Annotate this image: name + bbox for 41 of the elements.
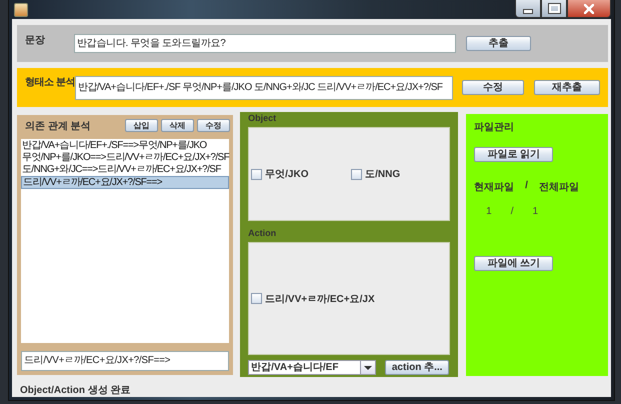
panel-title: 의존 관계 분석 [25,120,91,132]
morph-label: 형태소 분석 [25,76,75,89]
panel-title: 파일관리 [474,121,516,134]
file-header-label: 현재파일 [474,181,514,194]
add-action-button[interactable]: action 추... [385,360,450,375]
sentence-field[interactable]: 반갑습니다. 무엇을 도와드릴까요? [74,34,456,53]
checkbox[interactable] [251,168,262,180]
app-icon [14,2,28,16]
file-header-label: 전체파일 [538,181,579,194]
dependency-button[interactable]: 삽입 [125,119,158,132]
section-title: Object [248,112,278,125]
dependency-button[interactable]: 수정 [197,119,230,132]
extract-button[interactable]: 추출 [466,36,531,51]
minimize-button[interactable] [515,0,541,18]
write-file-button[interactable]: 파일에 쓰기 [474,256,554,271]
dependency-button[interactable]: 삭제 [161,119,194,132]
file-header-label: / [525,180,528,193]
read-file-button[interactable]: 파일로 읽기 [474,147,554,162]
checkbox-label: 도/NNG [365,168,400,181]
edit-field[interactable]: 드리/VV+ㄹ까/EC+요/JX+?/SF==> [21,351,230,371]
morph-button[interactable]: 수정 [462,80,524,95]
list-item[interactable]: 무엇/NP+를/JKO==>드리/VV+ㄹ까/EC+요/JX+?/SF [21,152,230,164]
file-counter: 1 [486,206,492,217]
file-counter: / [510,206,514,217]
list-item[interactable]: 드리/VV+ㄹ까/EC+요/JX+?/SF==> [21,176,230,189]
file-counter: 1 [532,206,538,217]
checkbox-label: 드리/VV+ㄹ까/EC+요/JX [265,292,375,306]
close-button[interactable] [567,0,611,18]
morph-field[interactable]: 반갑/VA+습니다/EF+./SF 무엇/NP+를/JKO 도/NNG+와/JC 드리/VV+ㄹ까/EC+요/JX+?/SF [74,76,453,100]
list-item[interactable]: 반갑/VA+습니다/EF+./SF==>무엇/NP+를/JKO [21,140,230,152]
maximize-button[interactable] [541,0,567,18]
checkbox[interactable] [251,293,262,304]
section-title: Action [248,227,278,240]
status-text: Object/Action 생성 완료 [19,384,131,397]
list-item[interactable]: 도/NNG+와/JC==>드리/VV+ㄹ까/EC+요/JX+?/SF [21,164,230,176]
dropdown-arrow-icon [364,366,372,370]
combo-box[interactable]: 반갑/VA+습니다/EF [248,360,376,375]
checkbox[interactable] [351,168,362,180]
morph-button[interactable]: 재추출 [534,80,600,95]
sentence-label: 문장 [25,34,46,47]
checkbox-label: 무엇/JKO [265,168,308,181]
